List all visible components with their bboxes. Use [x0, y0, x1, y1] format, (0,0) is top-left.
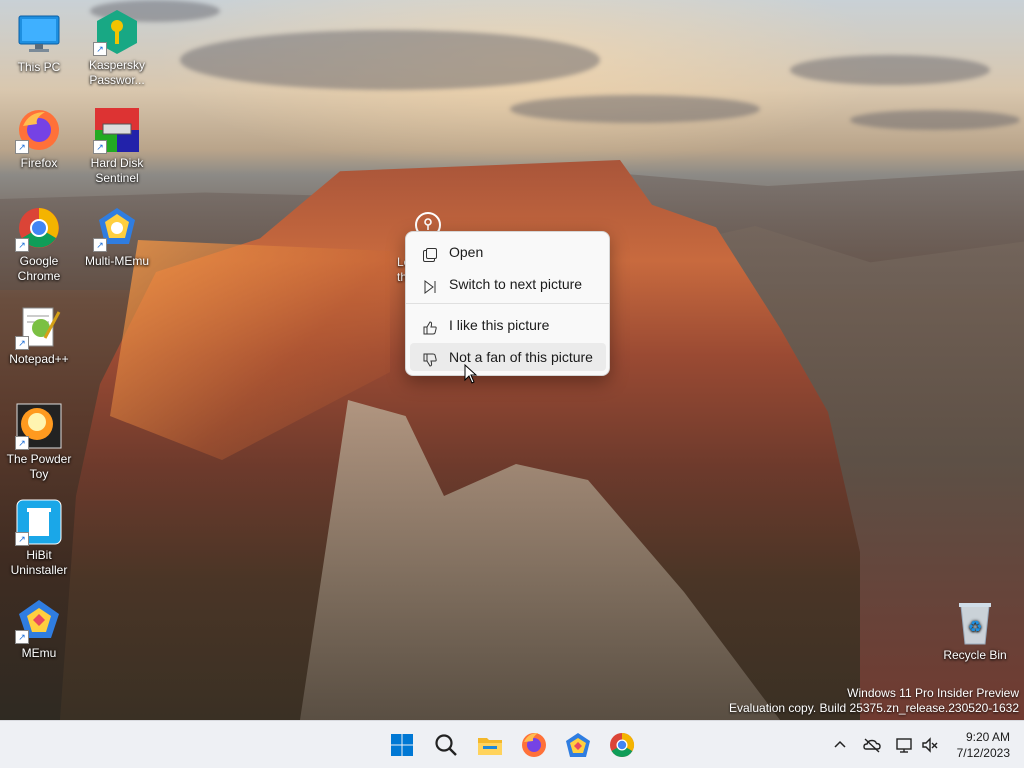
- desktop-icon-label: Firefox: [20, 156, 58, 170]
- search-button[interactable]: [430, 729, 462, 761]
- start-button[interactable]: [386, 729, 418, 761]
- show-hidden-icons-button[interactable]: [830, 735, 850, 755]
- desktop-icon-label: Kaspersky Passwor...: [88, 58, 146, 87]
- cloud: [180, 30, 600, 90]
- watermark-line-2: Evaluation copy. Build 25375.zn_release.…: [729, 701, 1019, 715]
- notepadpp-icon: ↗: [15, 302, 63, 350]
- thumbs-up-icon: [422, 317, 438, 335]
- mouse-cursor-icon: [464, 364, 478, 384]
- desktop-icon-hard-disk-sentinel[interactable]: ↗ Hard Disk Sentinel: [79, 106, 155, 186]
- desktop-icon-chrome[interactable]: ↗ Google Chrome: [1, 204, 77, 284]
- menu-item-label: Open: [449, 244, 484, 260]
- taskbar-clock[interactable]: 9:20 AM 7/12/2023: [957, 729, 1010, 761]
- recycle-bin-icon: ♻: [951, 598, 999, 646]
- cloud: [850, 110, 1020, 130]
- desktop-icon-memu[interactable]: ↗ MEmu: [1, 596, 77, 661]
- menu-item-like-picture[interactable]: I like this picture: [410, 311, 606, 339]
- svg-text:♻: ♻: [968, 619, 982, 636]
- menu-separator: [406, 303, 609, 304]
- desktop-icon-multi-memu[interactable]: ↗ Multi-MEmu: [79, 204, 155, 269]
- context-menu: Open Switch to next picture I like this …: [405, 231, 610, 376]
- desktop-icon-label: HiBit Uninstaller: [10, 548, 68, 577]
- clock-date: 7/12/2023: [956, 746, 1010, 760]
- desktop-icon-label: Recycle Bin: [943, 648, 1007, 662]
- memu-icon: ↗: [15, 596, 63, 644]
- desktop-icon-label: Google Chrome: [17, 254, 61, 283]
- firefox-icon: [522, 733, 546, 757]
- desktop-icon-label: Hard Disk Sentinel: [90, 156, 144, 185]
- desktop-icon-hibit[interactable]: ↗ HiBit Uninstaller: [1, 498, 77, 578]
- watermark-line-1: Windows 11 Pro Insider Preview: [847, 686, 1019, 700]
- this-pc-icon: [15, 10, 63, 58]
- evaluation-watermark: Windows 11 Pro Insider Preview Evaluatio…: [729, 686, 1019, 716]
- cloud: [790, 55, 990, 85]
- volume-tray-button[interactable]: [920, 735, 940, 755]
- onedrive-icon: [863, 738, 881, 753]
- desktop-icon-firefox[interactable]: ↗ Firefox: [1, 106, 77, 171]
- next-picture-icon: [422, 276, 438, 294]
- desktop-icon-label: Multi-MEmu: [84, 254, 149, 268]
- desktop-icon-recycle-bin[interactable]: ♻ Recycle Bin: [937, 598, 1013, 663]
- kaspersky-password-icon: ↗: [93, 8, 141, 56]
- menu-item-not-a-fan[interactable]: Not a fan of this picture: [410, 343, 606, 371]
- open-icon: [422, 244, 438, 262]
- clock-time: 9:20 AM: [965, 730, 1010, 744]
- cloud: [510, 95, 760, 123]
- hard-disk-sentinel-icon: ↗: [93, 106, 141, 154]
- menu-item-next-picture[interactable]: Switch to next picture: [410, 270, 606, 298]
- taskbar: 9:20 AM 7/12/2023: [0, 720, 1024, 768]
- taskbar-memu-button[interactable]: [562, 729, 594, 761]
- powder-toy-icon: ↗: [15, 402, 63, 450]
- desktop-icon-notepadpp[interactable]: ↗ Notepad++: [1, 302, 77, 367]
- onedrive-tray-button[interactable]: [862, 735, 882, 755]
- desktop-icon-label: Notepad++: [9, 352, 69, 366]
- desktop-icon-label: The Powder Toy: [6, 452, 72, 481]
- desktop-icon-this-pc[interactable]: This PC: [1, 10, 77, 75]
- network-icon: [896, 738, 912, 753]
- menu-item-label: Switch to next picture: [449, 276, 583, 292]
- desktop-icon-powder-toy[interactable]: ↗ The Powder Toy: [1, 402, 77, 482]
- desktop-icon-label: This PC: [17, 60, 61, 74]
- taskbar-firefox-button[interactable]: [518, 729, 550, 761]
- start-icon: [391, 734, 413, 756]
- desktop-icon-kaspersky[interactable]: ↗ Kaspersky Passwor...: [79, 8, 155, 88]
- network-tray-button[interactable]: [894, 735, 914, 755]
- firefox-icon: ↗: [15, 106, 63, 154]
- chevron-up-icon: [834, 740, 846, 748]
- multi-memu-icon: ↗: [93, 204, 141, 252]
- file-explorer-button[interactable]: [474, 729, 506, 761]
- thumbs-down-icon: [422, 349, 438, 367]
- taskbar-chrome-button[interactable]: [606, 729, 638, 761]
- desktop-icon-label: MEmu: [21, 646, 57, 660]
- volume-muted-icon: [922, 737, 938, 753]
- chrome-icon: ↗: [15, 204, 63, 252]
- menu-item-open[interactable]: Open: [410, 238, 606, 266]
- file-explorer-icon: [478, 738, 502, 755]
- memu-icon: [566, 733, 590, 757]
- menu-item-label: I like this picture: [449, 317, 550, 333]
- search-icon: [435, 734, 457, 756]
- chrome-icon: [610, 733, 635, 758]
- hibit-uninstaller-icon: ↗: [15, 498, 63, 546]
